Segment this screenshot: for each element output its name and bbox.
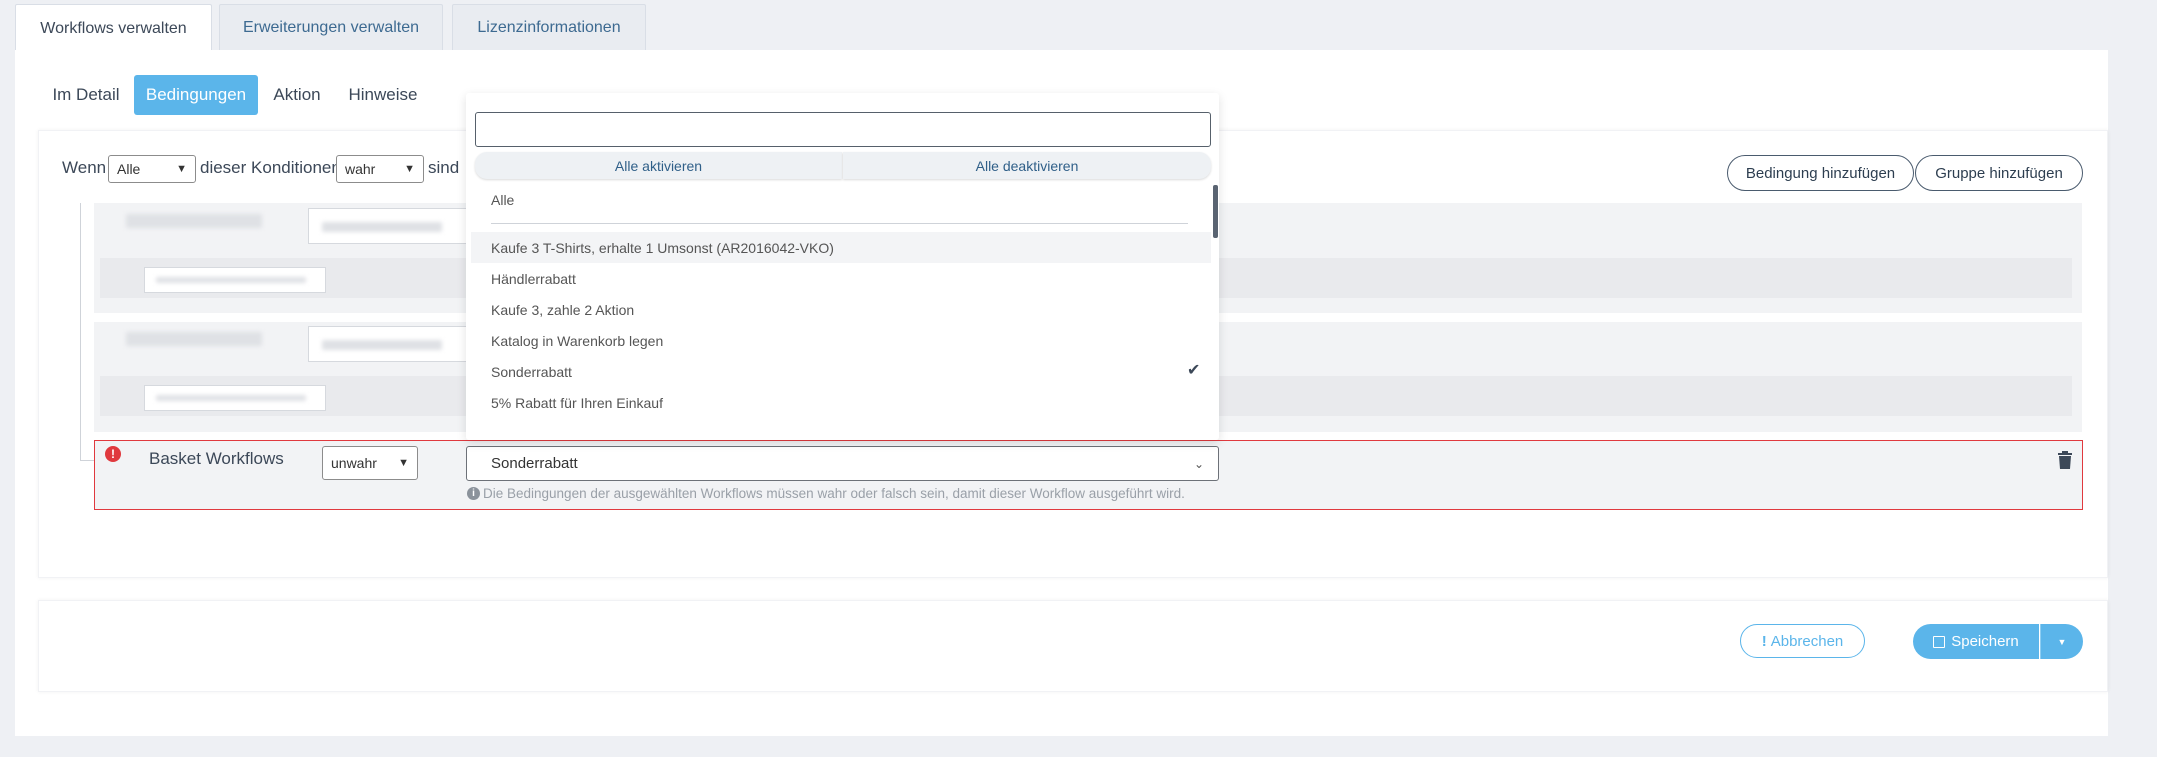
dropdown-search-input[interactable] [475,112,1211,147]
dropdown-option[interactable]: 5% Rabatt für Ihren Einkauf [471,387,1211,418]
workflow-select[interactable]: Sonderrabatt ⌄ [466,446,1219,481]
subtab-aktion[interactable]: Aktion [268,75,326,115]
basket-bool-select-value: unwahr [331,455,377,471]
sind-label: sind [428,158,460,177]
add-group-button[interactable]: Gruppe hinzufügen [1915,155,2083,191]
dropdown-scrollbar[interactable] [1213,185,1218,238]
blurred-select-text [322,222,442,232]
match-select-value: Alle [117,161,141,177]
subtab-bedingungen[interactable]: Bedingungen [134,75,258,115]
wenn-label: Wenn [62,158,107,177]
chevron-down-icon: ▼ [176,163,187,175]
subtab-hinweise[interactable]: Hinweise [344,75,422,115]
dropdown-option[interactable]: Katalog in Warenkorb legen [471,325,1211,356]
chevron-down-icon: ▼ [398,457,409,469]
cancel-button-label: Abbrechen [1770,632,1844,650]
exclamation-icon: ! [1761,632,1767,650]
dieser-konditionen-label: dieser Konditionen [200,158,341,177]
error-icon: ! [105,446,121,462]
cancel-button[interactable]: ! Abbrechen [1740,624,1865,658]
bool-select-value: wahr [345,161,376,177]
workflow-select-value: Sonderrabatt [491,455,578,472]
dropdown-group-all[interactable]: Alle [471,184,1211,215]
blurred-select-text [322,340,442,350]
tab-erweiterungen-verwalten[interactable]: Erweiterungen verwalten [219,4,443,50]
tree-line [80,203,81,461]
chevron-down-icon: ▼ [404,163,415,175]
deselect-all-button[interactable]: Alle deaktivieren [843,152,1211,179]
bool-select[interactable]: wahr ▼ [336,155,424,183]
basket-bool-select[interactable]: unwahr ▼ [322,446,418,480]
caret-down-icon: ▼ [2057,636,2067,647]
blurred-condition-label [126,214,262,228]
dropdown-option-selected[interactable]: Sonderrabatt [471,356,1211,387]
select-all-button[interactable]: Alle aktivieren [475,152,842,179]
blurred-subrow-text [156,277,306,283]
tab-workflows-verwalten[interactable]: Workflows verwalten [15,4,212,52]
chevron-down-icon: ⌄ [1193,456,1204,471]
basket-condition-title: Basket Workflows [149,449,284,468]
save-dropdown-toggle[interactable]: ▼ [2040,624,2083,659]
match-select[interactable]: Alle ▼ [108,155,196,183]
dropdown-divider [491,223,1188,224]
add-condition-button[interactable]: Bedingung hinzufügen [1727,155,1914,191]
save-button[interactable]: Speichern [1913,624,2039,659]
blurred-condition-label [126,332,262,346]
dropdown-option[interactable]: Händlerrabatt [471,263,1211,294]
basket-hint: Die Bedingungen der ausgewählten Workflo… [483,486,1185,501]
save-button-label: Speichern [1951,633,2019,650]
tree-line [80,460,94,461]
dropdown-option[interactable]: Kaufe 3, zahle 2 Aktion [471,294,1211,325]
blurred-subrow-text [156,395,306,401]
info-icon: i [467,487,480,500]
subtab-im-detail[interactable]: Im Detail [48,75,124,115]
dropdown-option[interactable]: Kaufe 3 T-Shirts, erhalte 1 Umsonst (AR2… [471,232,1211,263]
tab-lizenzinformationen[interactable]: Lizenzinformationen [452,4,646,50]
trash-icon[interactable] [2057,451,2073,469]
save-icon [1933,635,1946,648]
checkmark-icon: ✔ [1187,362,1201,379]
